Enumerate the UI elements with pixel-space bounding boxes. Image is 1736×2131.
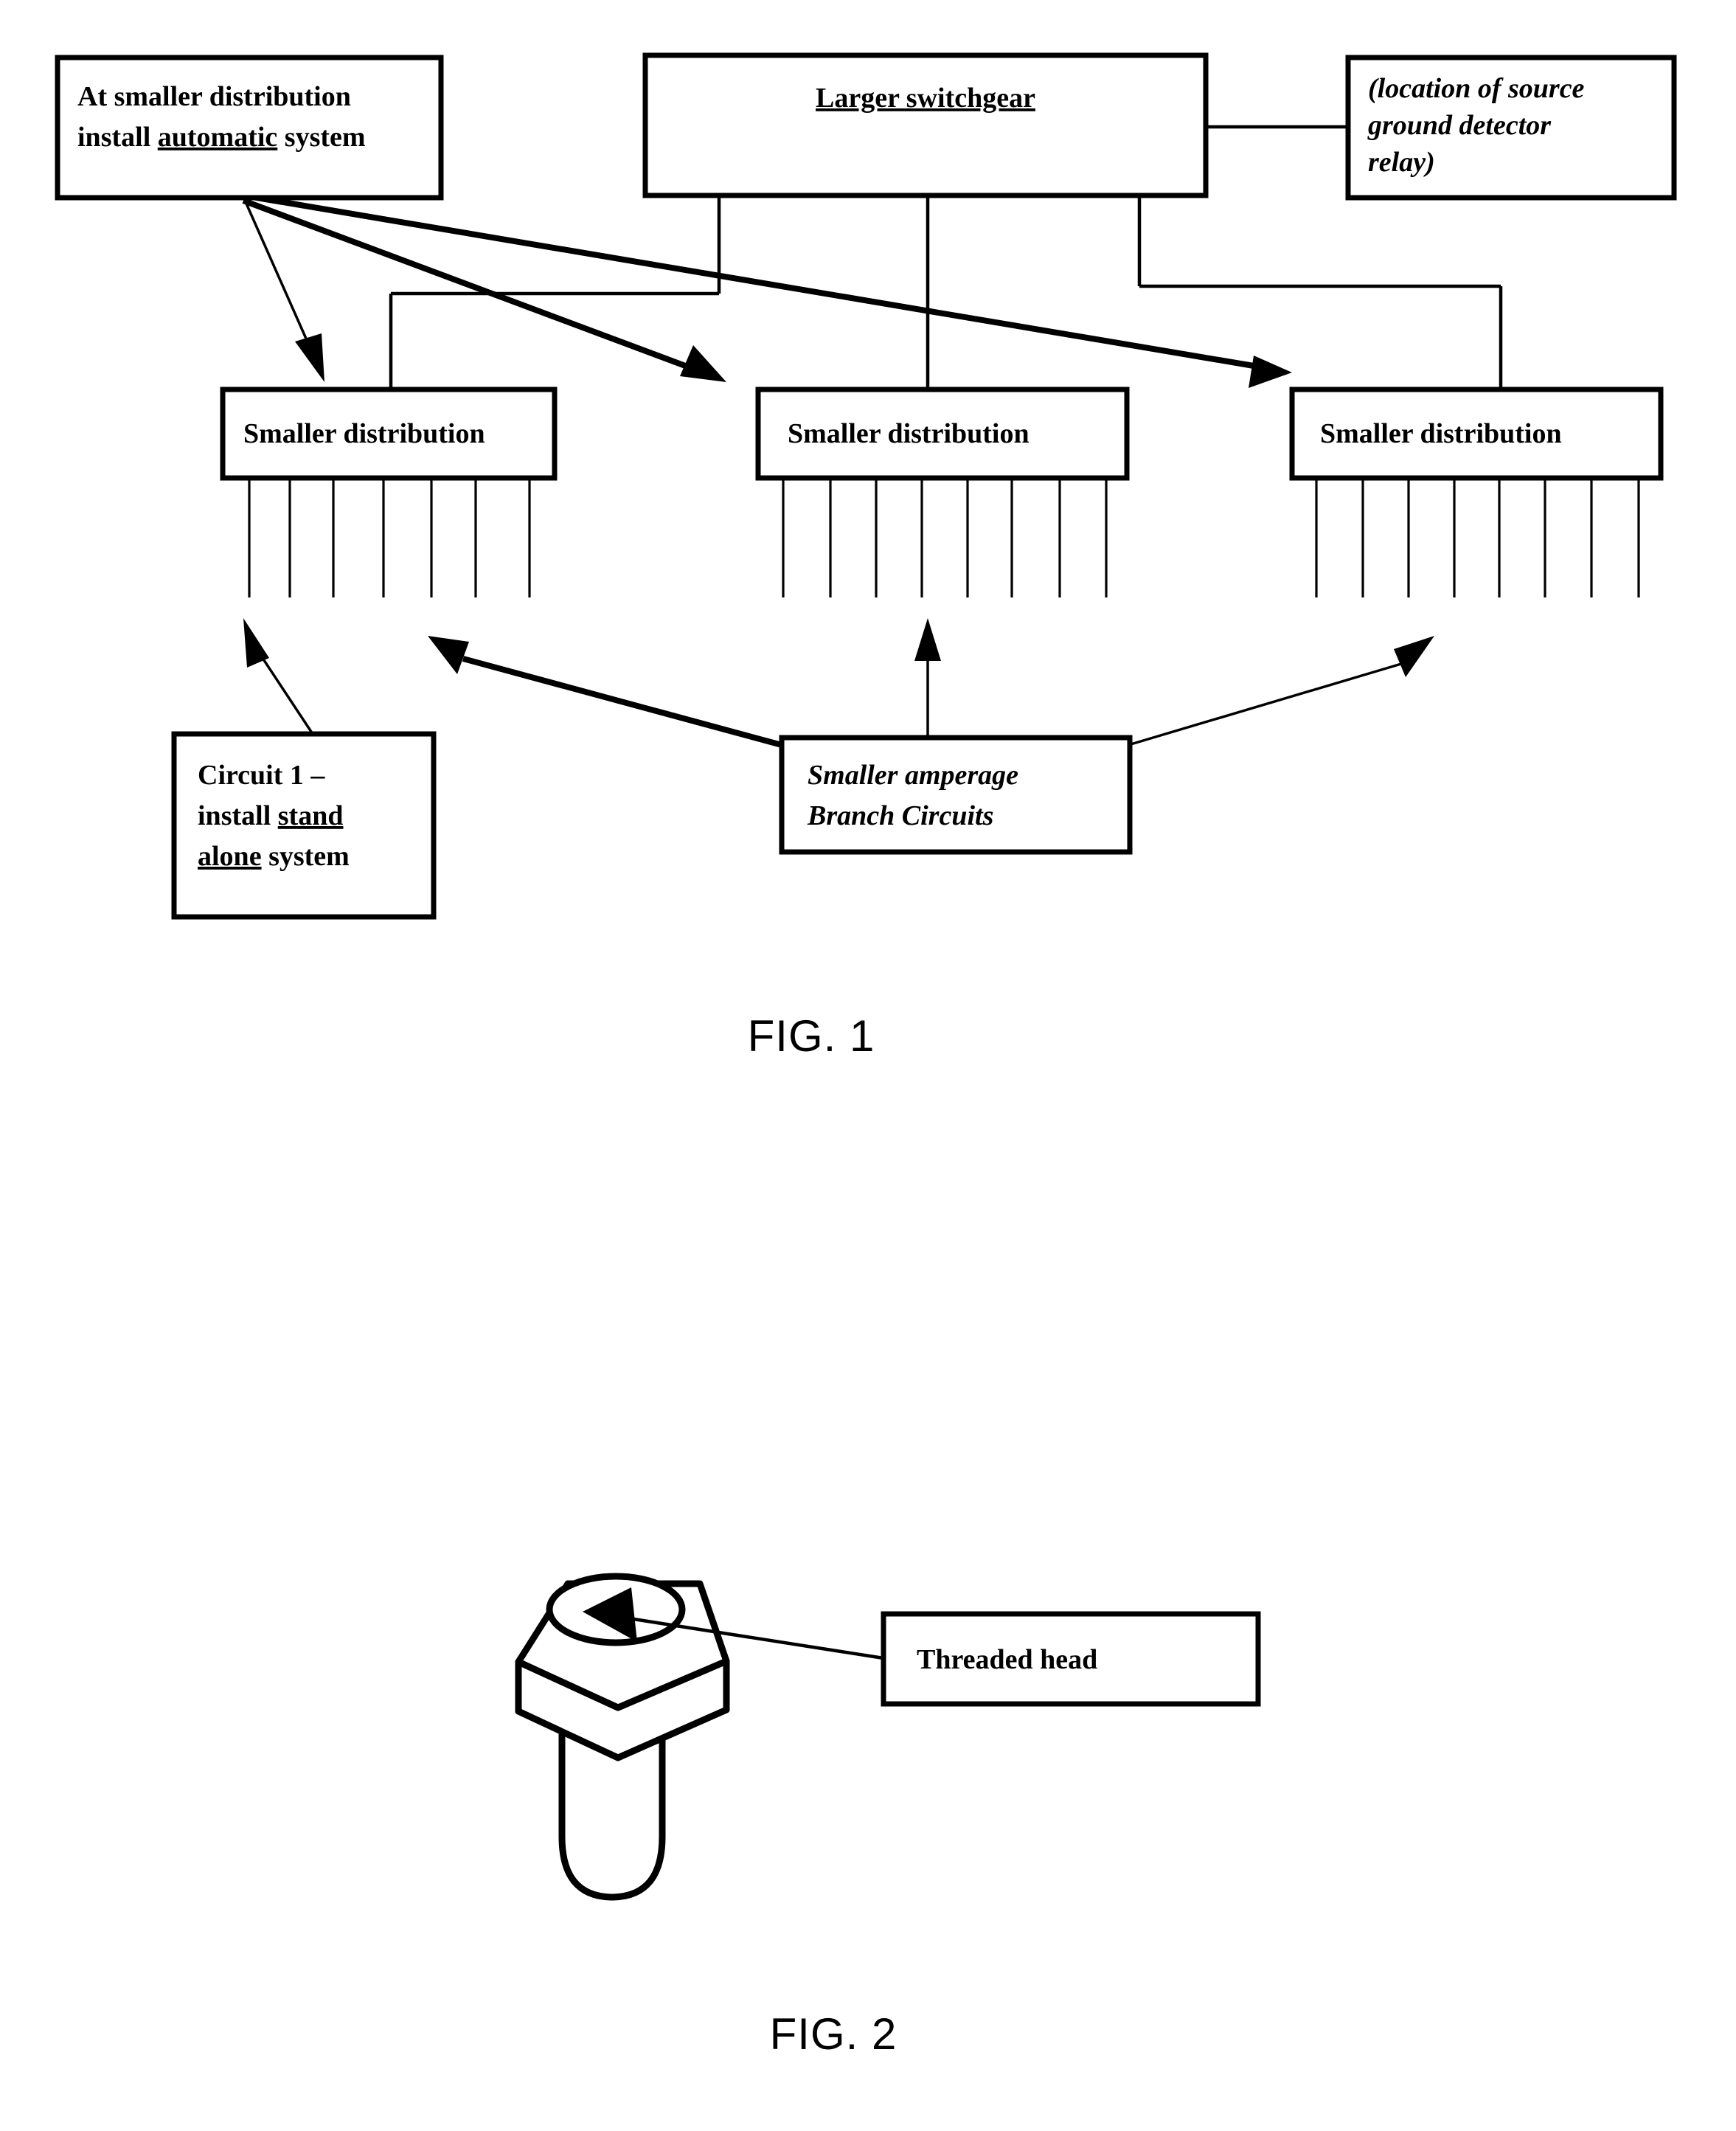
arrow-circuit1-to-left-branch [243, 618, 314, 735]
circuit1-line-1: Circuit 1 – [198, 760, 325, 791]
ground-detector-relay-box[interactable]: (location of source ground detector rela… [1345, 55, 1677, 201]
branch-circuits-right [1315, 478, 1640, 597]
relay-box-line-2: ground detector [1367, 110, 1552, 141]
dist-right-label: Smaller distribution [1320, 418, 1562, 449]
arrow-auto-to-dist-right [243, 193, 1292, 388]
switchgear-box-label: Larger switchgear [816, 83, 1035, 114]
branch-box-line-1: Smaller amperage [808, 760, 1018, 791]
at-smaller-distribution-box[interactable]: At smaller distribution install automati… [55, 55, 444, 201]
circuit1-line-3: alone system [198, 841, 350, 872]
figure-1-caption: FIG. 1 [748, 1011, 875, 1061]
auto-box-line-1: At smaller distribution [77, 81, 351, 112]
relay-box-line-3: relay) [1368, 147, 1435, 178]
auto-box-line-2: install automatic system [77, 122, 366, 153]
smaller-distribution-box-left[interactable]: Smaller distribution [220, 387, 558, 481]
branch-circuits-center [782, 478, 1108, 597]
arrow-branch-to-center [914, 618, 941, 745]
dist-center-label: Smaller distribution [788, 418, 1030, 449]
figure-2-caption: FIG. 2 [770, 2009, 897, 2059]
threaded-head-box[interactable]: Threaded head [881, 1611, 1261, 1707]
figure-2-group: Threaded head FIG. 2 [515, 1573, 1261, 2059]
smaller-amperage-branch-circuits-box[interactable]: Smaller amperage Branch Circuits [779, 735, 1133, 855]
figure-1-group: At smaller distribution install automati… [55, 52, 1677, 1061]
smaller-distribution-box-right[interactable]: Smaller distribution [1289, 387, 1664, 481]
patent-figure-sheet: At smaller distribution install automati… [0, 0, 1736, 2131]
arrow-branch-to-left [428, 636, 783, 748]
threaded-head-label: Threaded head [917, 1644, 1097, 1675]
arrow-branch-to-right [1128, 636, 1434, 746]
relay-box-line-1: (location of source [1368, 73, 1585, 104]
switchgear-bus-right [1137, 195, 1503, 404]
smaller-distribution-box-center[interactable]: Smaller distribution [755, 387, 1130, 481]
dist-left-label: Smaller distribution [243, 418, 485, 449]
figure-canvas: At smaller distribution install automati… [55, 52, 1677, 2059]
circuit1-line-2: install stand [198, 800, 343, 831]
circuit-1-stand-alone-box[interactable]: Circuit 1 – install stand alone system [171, 731, 437, 920]
larger-switchgear-box[interactable]: Larger switchgear [642, 52, 1209, 198]
branch-circuits-left [248, 478, 531, 597]
branch-box-line-2: Branch Circuits [807, 800, 993, 831]
